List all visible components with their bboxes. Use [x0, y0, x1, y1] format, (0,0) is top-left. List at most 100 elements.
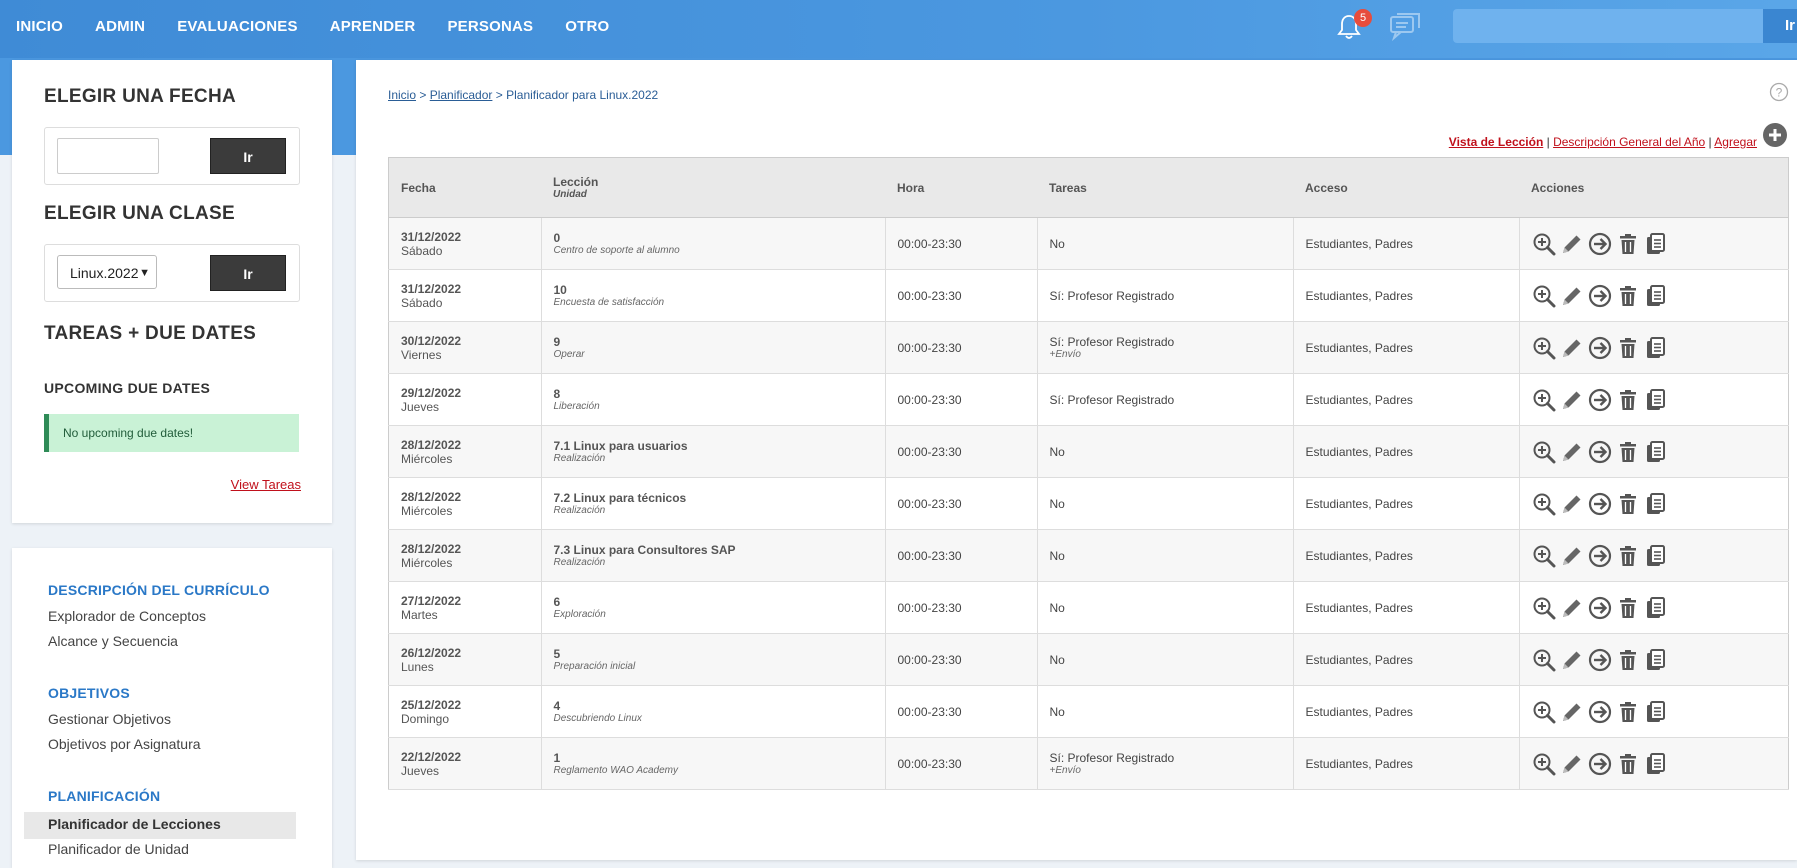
trash-icon[interactable] [1616, 492, 1640, 516]
col-tareas[interactable]: Tareas [1037, 157, 1293, 218]
col-leccion[interactable]: Lección Unidad [541, 157, 885, 218]
descripcion-anio-link[interactable]: Descripción General del Año [1553, 135, 1705, 149]
choose-date-title: ELEGIR UNA FECHA [44, 86, 236, 107]
arrow-right-circle-icon[interactable] [1588, 752, 1612, 776]
cell-tareas: Sí: Profesor Registrado [1036, 373, 1293, 426]
trash-icon[interactable] [1616, 284, 1640, 308]
class-go-button[interactable]: Ir [210, 255, 286, 291]
menu-item-planificador-unidad[interactable]: Planificador de Unidad [48, 841, 189, 857]
help-icon[interactable]: ? [1769, 82, 1789, 102]
copy-icon[interactable] [1644, 700, 1668, 724]
breadcrumb-inicio[interactable]: Inicio [388, 88, 416, 102]
col-hora[interactable]: Hora [885, 157, 1037, 218]
zoom-in-icon[interactable] [1532, 388, 1556, 412]
col-fecha[interactable]: Fecha [388, 157, 541, 218]
chat-icon[interactable] [1388, 11, 1422, 43]
agregar-link[interactable]: Agregar [1714, 135, 1757, 149]
table-row: 31/12/2022 Sábado 10 Encuesta de satisfacci… [388, 269, 1789, 322]
trash-icon[interactable] [1616, 388, 1640, 412]
menu-item-objetivos-asignatura[interactable]: Objetivos por Asignatura [48, 736, 201, 752]
pencil-icon[interactable] [1560, 284, 1584, 308]
pencil-icon[interactable] [1560, 544, 1584, 568]
cell-tareas: No [1036, 477, 1293, 530]
copy-icon[interactable] [1644, 232, 1668, 256]
trash-icon[interactable] [1616, 648, 1640, 672]
menu-item-explorador[interactable]: Explorador de Conceptos [48, 608, 206, 624]
pencil-icon[interactable] [1560, 596, 1584, 620]
arrow-right-circle-icon[interactable] [1588, 700, 1612, 724]
trash-icon[interactable] [1616, 544, 1640, 568]
date-go-button[interactable]: Ir [210, 138, 286, 174]
col-acceso[interactable]: Acceso [1293, 157, 1519, 218]
trash-icon[interactable] [1616, 596, 1640, 620]
nav-admin[interactable]: ADMIN [95, 18, 145, 35]
trash-icon[interactable] [1616, 232, 1640, 256]
copy-icon[interactable] [1644, 596, 1668, 620]
zoom-in-icon[interactable] [1532, 492, 1556, 516]
arrow-right-circle-icon[interactable] [1588, 336, 1612, 360]
arrow-right-circle-icon[interactable] [1588, 388, 1612, 412]
breadcrumb-planificador[interactable]: Planificador [430, 88, 493, 102]
copy-icon[interactable] [1644, 388, 1668, 412]
trash-icon[interactable] [1616, 336, 1640, 360]
copy-icon[interactable] [1644, 440, 1668, 464]
menu-item-gestionar-objetivos[interactable]: Gestionar Objetivos [48, 711, 171, 727]
nav-aprender[interactable]: APRENDER [330, 18, 416, 35]
trash-icon[interactable] [1616, 752, 1640, 776]
choose-class-title: ELEGIR UNA CLASE [44, 203, 235, 224]
pencil-icon[interactable] [1560, 492, 1584, 516]
nav-personas[interactable]: PERSONAS [447, 18, 533, 35]
zoom-in-icon[interactable] [1532, 596, 1556, 620]
arrow-right-circle-icon[interactable] [1588, 232, 1612, 256]
zoom-in-icon[interactable] [1532, 752, 1556, 776]
pencil-icon[interactable] [1560, 440, 1584, 464]
cell-tareas: Sí: Profesor Registrado +Envío [1036, 321, 1293, 374]
zoom-in-icon[interactable] [1532, 700, 1556, 724]
arrow-right-circle-icon[interactable] [1588, 596, 1612, 620]
zoom-in-icon[interactable] [1532, 232, 1556, 256]
vista-leccion-link[interactable]: Vista de Lección [1449, 135, 1543, 149]
zoom-in-icon[interactable] [1532, 544, 1556, 568]
copy-icon[interactable] [1644, 544, 1668, 568]
table-row: 25/12/2022 Domingo 4 Descubriendo Linux 00:0… [388, 685, 1789, 738]
zoom-in-icon[interactable] [1532, 284, 1556, 308]
nav-evaluaciones[interactable]: EVALUACIONES [177, 18, 297, 35]
search-button[interactable]: Ir [1763, 9, 1797, 43]
row-unit: Realización [553, 505, 606, 516]
date-input[interactable] [57, 138, 159, 174]
arrow-right-circle-icon[interactable] [1588, 440, 1612, 464]
copy-icon[interactable] [1644, 648, 1668, 672]
pencil-icon[interactable] [1560, 752, 1584, 776]
pencil-icon[interactable] [1560, 648, 1584, 672]
pencil-icon[interactable] [1560, 388, 1584, 412]
copy-icon[interactable] [1644, 284, 1668, 308]
copy-icon[interactable] [1644, 492, 1668, 516]
add-circle-icon[interactable] [1762, 122, 1788, 148]
arrow-right-circle-icon[interactable] [1588, 284, 1612, 308]
copy-icon[interactable] [1644, 752, 1668, 776]
zoom-in-icon[interactable] [1532, 440, 1556, 464]
cell-tareas: No [1036, 581, 1293, 634]
copy-icon[interactable] [1644, 336, 1668, 360]
pencil-icon[interactable] [1560, 336, 1584, 360]
arrow-right-circle-icon[interactable] [1588, 648, 1612, 672]
view-separator: | [1543, 135, 1554, 149]
nav-otro[interactable]: OTRO [565, 18, 609, 35]
menu-item-planificador-lecciones[interactable]: Planificador de Lecciones [48, 816, 221, 832]
view-tareas-link[interactable]: View Tareas [231, 477, 301, 492]
search-input[interactable] [1453, 9, 1763, 43]
trash-icon[interactable] [1616, 440, 1640, 464]
menu-item-alcance[interactable]: Alcance y Secuencia [48, 633, 178, 649]
class-select[interactable]: Linux.2022 ▼ [57, 255, 157, 289]
cell-fecha: 31/12/2022 Sábado [388, 217, 541, 270]
row-day: Sábado [401, 295, 443, 310]
view-switcher: Vista de Lección | Descripción General d… [1449, 135, 1757, 149]
pencil-icon[interactable] [1560, 700, 1584, 724]
arrow-right-circle-icon[interactable] [1588, 544, 1612, 568]
nav-inicio[interactable]: INICIO [16, 18, 63, 35]
arrow-right-circle-icon[interactable] [1588, 492, 1612, 516]
zoom-in-icon[interactable] [1532, 336, 1556, 360]
trash-icon[interactable] [1616, 700, 1640, 724]
pencil-icon[interactable] [1560, 232, 1584, 256]
zoom-in-icon[interactable] [1532, 648, 1556, 672]
